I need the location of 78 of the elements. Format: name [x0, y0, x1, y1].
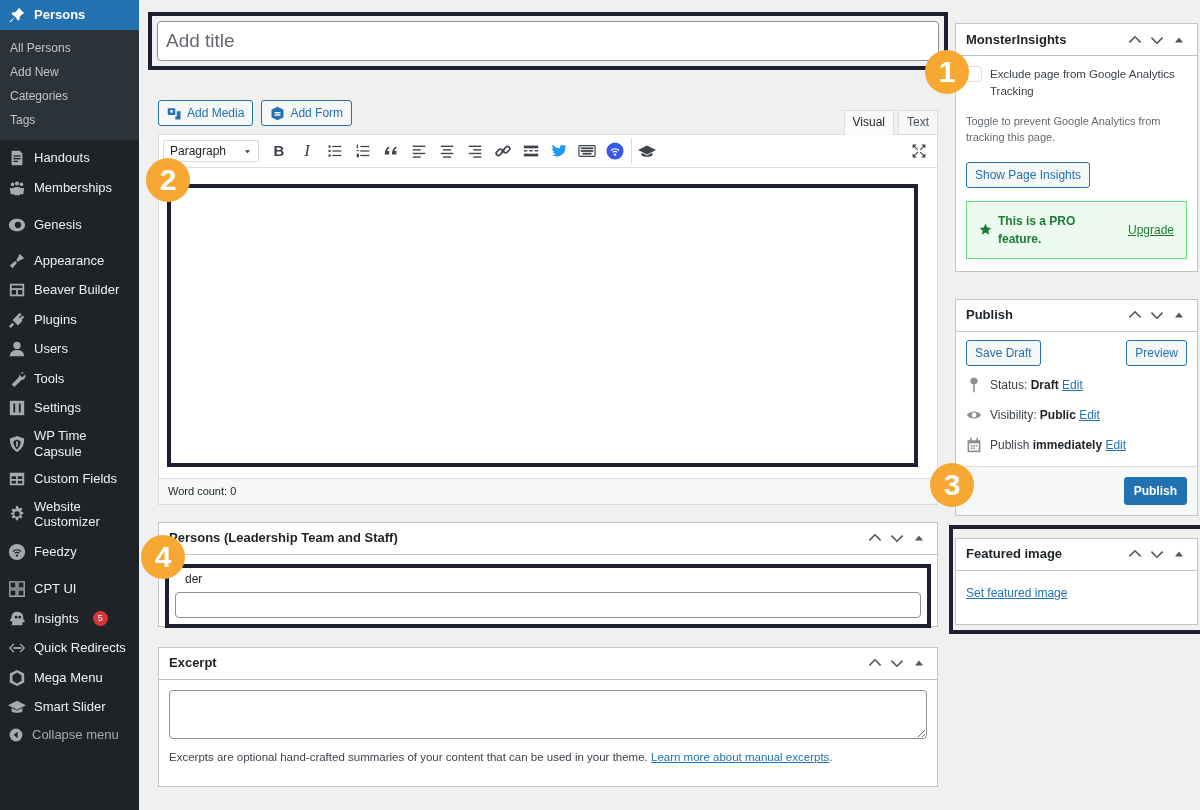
sidebar-item[interactable]: Mega Menu: [0, 662, 139, 693]
help-text: Toggle to prevent Google Analytics from tracking this page.: [966, 113, 1162, 145]
submenu-item[interactable]: Categories: [0, 83, 139, 108]
media-button[interactable]: Add Form: [261, 100, 353, 126]
cube-icon: [8, 668, 26, 687]
shield-icon: [8, 434, 26, 453]
grid-icon: [8, 580, 26, 599]
bold-button[interactable]: B: [265, 138, 293, 164]
plug-icon: [8, 310, 26, 329]
word-count: Word count: 0: [159, 479, 937, 504]
collapse-icon: [8, 726, 24, 743]
edit-link[interactable]: Edit: [1062, 377, 1083, 392]
sidebar-item[interactable]: Appearance: [0, 246, 139, 276]
sidebar-item[interactable]: WP Time Capsule: [0, 423, 139, 465]
save-draft-button[interactable]: Save Draft: [966, 339, 1041, 366]
sidebar-item[interactable]: Feedzy: [0, 536, 139, 567]
box-title: Publish: [966, 306, 1013, 325]
upgrade-link[interactable]: Upgrade: [1127, 220, 1174, 239]
preview-button[interactable]: Preview: [1126, 339, 1187, 366]
sidebar-item[interactable]: Plugins: [0, 305, 139, 335]
bullet-list-icon: [326, 142, 344, 160]
box-title: Excerpt: [169, 654, 217, 673]
sidebar-item[interactable]: Quick Redirects: [0, 633, 139, 663]
publish-setting: Publish immediately Edit: [990, 436, 1127, 454]
sidebar-item[interactable]: Tools: [0, 364, 139, 394]
media-button[interactable]: Add Media: [158, 100, 254, 126]
sidebar-item[interactable]: Users: [0, 334, 139, 364]
publish-setting: Visibility: Public Edit: [990, 406, 1100, 424]
collapse-menu-button[interactable]: Collapse menu: [0, 719, 139, 750]
publish-setting: Status: Draft Edit: [990, 376, 1083, 394]
set-featured-image-link[interactable]: Set featured image: [966, 585, 1068, 600]
excerpt-field[interactable]: [169, 689, 927, 739]
paintbrush-icon: [8, 251, 26, 270]
sidebar-item[interactable]: Settings: [0, 393, 139, 423]
edit-link[interactable]: Edit: [1105, 437, 1127, 452]
calendar-icon: [966, 436, 982, 453]
sidebar-item[interactable]: Custom Fields: [0, 464, 139, 494]
box-title: MonsterInsights: [966, 30, 1067, 49]
submenu-item[interactable]: Tags: [0, 107, 139, 132]
count-badge: 5: [92, 611, 108, 627]
submenu-item[interactable]: Add New: [0, 59, 139, 84]
sidebar-item[interactable]: Insights 5: [0, 603, 139, 634]
pro-text: This is a PRO feature.: [998, 212, 1077, 248]
sidebar-item[interactable]: Genesis: [0, 210, 139, 240]
blob-icon: [8, 609, 26, 628]
help-text: Excerpts are optional hand-crafted summaries of your content that can be used in your theme. Learn more about manual excerpts.: [169, 749, 834, 765]
pin-icon: [8, 5, 26, 24]
submenu-item[interactable]: All Persons: [0, 35, 139, 60]
sidebar-item[interactable]: Beaver Builder: [0, 275, 139, 305]
numbered-list-icon: [354, 142, 372, 160]
keyboard-icon: [578, 142, 596, 160]
sidebar-item[interactable]: Smart Slider: [0, 692, 139, 722]
publish-button[interactable]: Publish: [1123, 476, 1187, 505]
order-field[interactable]: [175, 591, 921, 618]
title-field[interactable]: Add title: [157, 21, 939, 61]
show-insights-button[interactable]: Show Page Insights: [966, 161, 1091, 188]
editor-tab[interactable]: Visual: [843, 110, 894, 135]
checkbox-label: Exclude page from Google Analytics Tracking: [990, 67, 1176, 100]
form-icon: [270, 105, 286, 121]
sidebar-item[interactable]: Handouts: [0, 143, 139, 173]
fullscreen-icon: [911, 143, 927, 159]
callout-badge: 2: [146, 158, 190, 202]
box-title: Featured image: [966, 545, 1063, 564]
edit-link[interactable]: Edit: [1079, 407, 1100, 422]
sidebar-item[interactable]: Memberships: [0, 173, 139, 203]
italic-button[interactable]: I: [293, 138, 321, 164]
wifi-circle-icon: [606, 142, 624, 160]
field-label: der: [184, 570, 204, 588]
sidebar-item[interactable]: CPT UI: [0, 574, 139, 604]
wifi-icon: [8, 542, 26, 561]
star-icon: [979, 223, 992, 236]
person-icon: [8, 340, 26, 359]
sidebar-item[interactable]: Website Customizer: [0, 493, 139, 535]
editor-tab[interactable]: Text: [898, 110, 938, 134]
sidebar-item[interactable]: Persons: [0, 0, 139, 30]
link-icon: [494, 142, 512, 160]
format-dropdown[interactable]: Paragraph: [163, 140, 259, 162]
media-icon: [167, 105, 182, 121]
